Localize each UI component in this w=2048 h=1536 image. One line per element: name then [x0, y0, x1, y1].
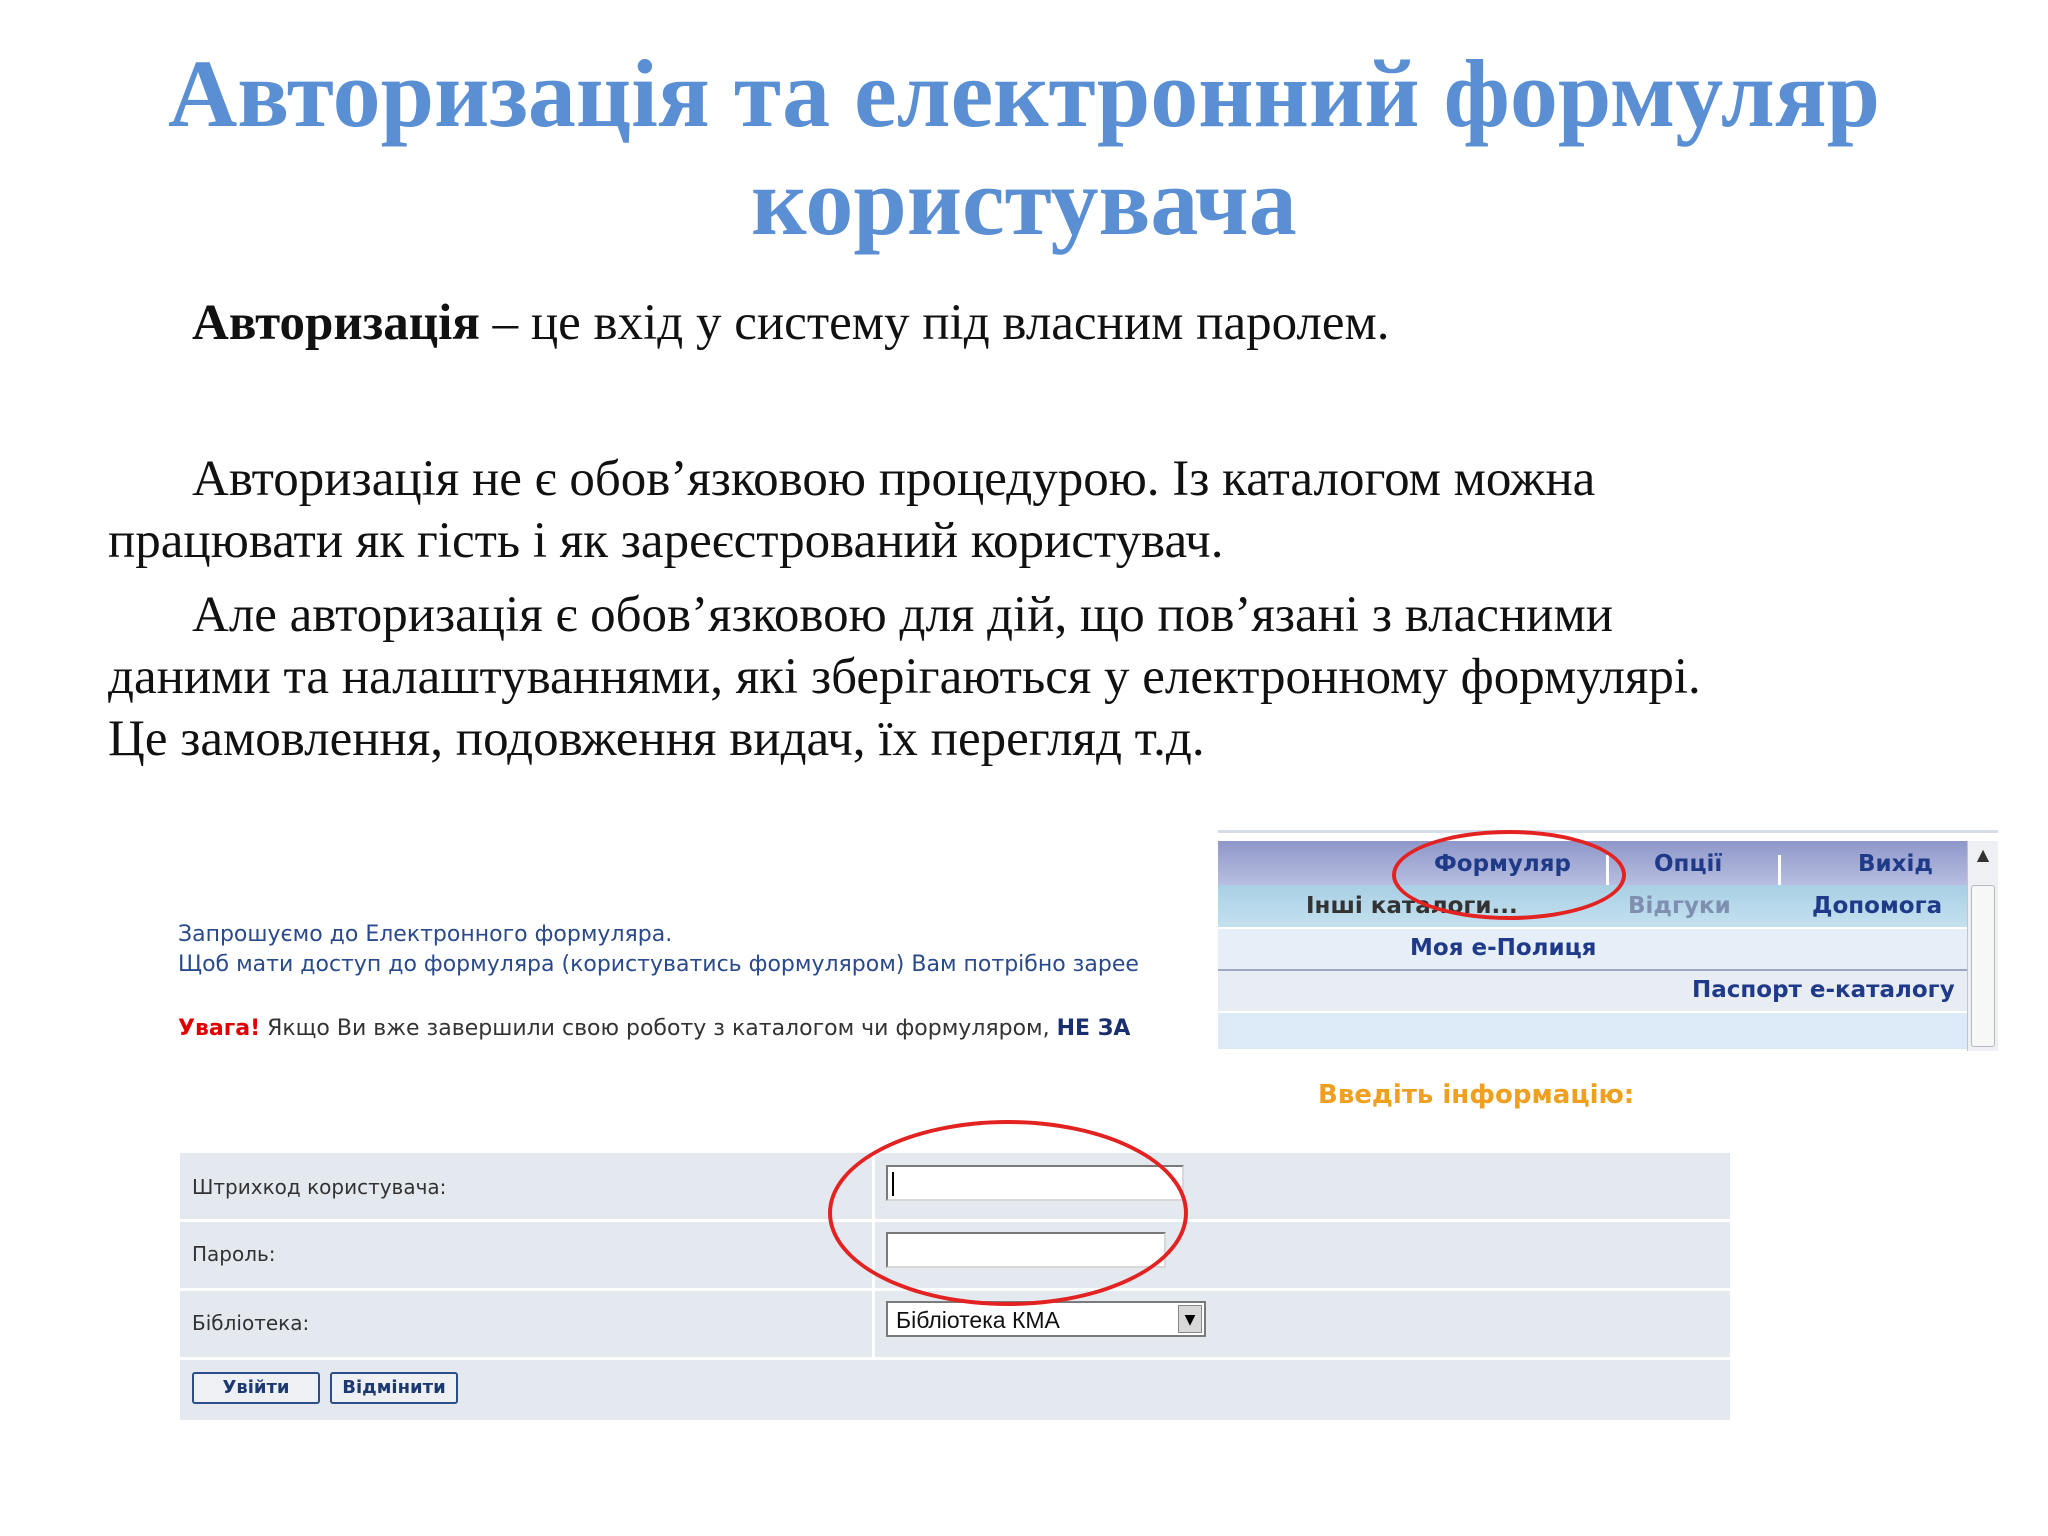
required-paragraph: Але авторизація є обов’язковою для дій, … [108, 584, 1958, 770]
scrollbar[interactable]: ▲ [1967, 841, 1998, 1051]
barcode-label: Штрихкод користувача: [192, 1175, 447, 1199]
p3-line-3: Це замовлення, подовження видач, їх пере… [108, 711, 1205, 767]
library-label: Бібліотека: [192, 1311, 310, 1335]
highlight-formular-ellipse [1392, 830, 1626, 920]
menu-options[interactable]: Опції [1654, 851, 1722, 877]
catalog-screenshot: Запрошуємо до Електронного формуляра. Що… [168, 800, 2048, 1536]
scroll-thumb[interactable] [1971, 885, 1995, 1047]
title-line-1: Авторизація та електронний формуляр [167, 40, 1881, 147]
definition-paragraph: Авторизація – це вхід у систему під влас… [108, 292, 1958, 354]
highlight-credentials-ellipse [828, 1120, 1188, 1306]
cancel-button[interactable]: Відмінити [330, 1372, 458, 1404]
menu-help[interactable]: Допомога [1812, 893, 1942, 919]
warning-bold: НЕ ЗА [1056, 1016, 1131, 1041]
welcome-line-2: Щоб мати доступ до формуляра (користуват… [178, 952, 1139, 977]
chevron-down-icon[interactable]: ▼ [1178, 1305, 1202, 1333]
slide-title: Авторизація та електронний формуляр кори… [0, 40, 2048, 256]
optional-paragraph: Авторизація не є обов’язковою процедурою… [108, 448, 1958, 572]
warning-label: Увага! [178, 1016, 261, 1041]
menu-separator [1778, 855, 1781, 885]
warning-text: Увага! Якщо Ви вже завершили свою роботу… [178, 1014, 1228, 1044]
welcome-line-1: Запрошуємо до Електронного формуляра. [178, 922, 673, 947]
library-select[interactable]: Бібліотека КМА ▼ [886, 1301, 1206, 1337]
menu-exit[interactable]: Вихід [1858, 851, 1933, 877]
scroll-up-arrow-icon[interactable]: ▲ [1968, 841, 1998, 869]
menu-passport[interactable]: Паспорт е-каталогу [1692, 977, 1955, 1003]
library-selected-value: Бібліотека КМА [896, 1307, 1060, 1333]
menu-row-empty [1218, 1013, 1998, 1049]
p3-line-1: Але авторизація є обов’язковою для дій, … [192, 587, 1614, 643]
warning-body: Якщо Ви вже завершили свою роботу з ката… [260, 1016, 1057, 1041]
title-line-2: користувача [751, 148, 1297, 255]
password-label: Пароль: [192, 1242, 276, 1266]
menu-my-shelf[interactable]: Моя е-Полиця [1410, 935, 1596, 961]
menu-row-passport: Паспорт е-каталогу [1218, 971, 1998, 1011]
welcome-text: Запрошуємо до Електронного формуляра. Що… [178, 920, 1228, 980]
login-button[interactable]: Увійти [192, 1372, 320, 1404]
menu-row-shelf: Моя е-Полиця [1218, 929, 1998, 971]
enter-info-heading: Введіть інформацію: [1318, 1080, 1635, 1110]
p2-line-2: працювати як гість і як зареєстрований к… [108, 513, 1224, 569]
definition-text: – це вхід у систему під власним паролем. [479, 295, 1390, 351]
p3-line-2: даними та налаштуваннями, які зберігають… [108, 649, 1701, 705]
menu-feedback[interactable]: Відгуки [1628, 893, 1731, 919]
term-authorization: Авторизація [192, 295, 480, 351]
p2-line-1: Авторизація не є обов’язковою процедурою… [192, 451, 1596, 507]
